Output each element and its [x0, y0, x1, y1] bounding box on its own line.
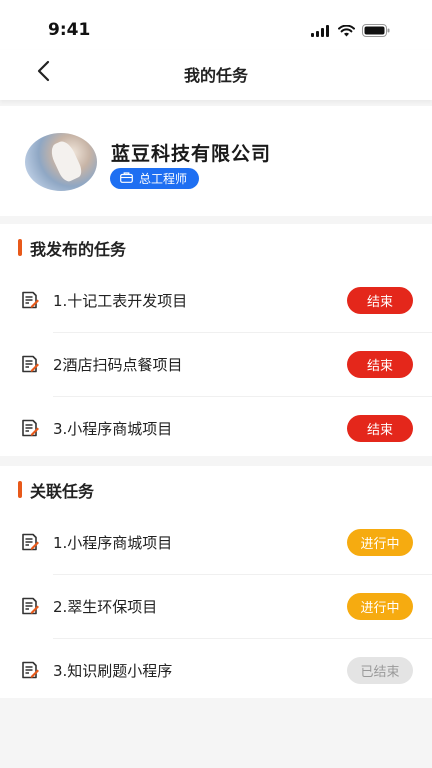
document-edit-icon [20, 290, 40, 310]
status-badge: 进行中 [347, 529, 413, 556]
status-badge: 结束 [347, 287, 413, 314]
section-header: 关联任务 [0, 466, 432, 512]
avatar[interactable] [25, 133, 97, 191]
section-accent-bar [18, 481, 22, 498]
task-name: 1.小程序商城项目 [53, 534, 173, 552]
section-title: 关联任务 [30, 482, 95, 501]
list-item[interactable]: 1.小程序商城项目 进行中 [0, 511, 432, 575]
related-tasks-section: 关联任务 1.小程序商城项目 进行中 2.翠生环保项目 进行中 3.知识刷题小程… [0, 466, 432, 698]
list-item[interactable]: 1.十记工表开发项目 结束 [0, 269, 432, 333]
task-name: 2.翠生环保项目 [53, 598, 158, 616]
task-name: 3.知识刷题小程序 [53, 662, 173, 680]
briefcase-icon [120, 171, 133, 186]
document-edit-icon [20, 660, 40, 680]
nav-bar: 我的任务 [0, 50, 432, 100]
status-badge: 已结束 [347, 657, 413, 684]
task-name: 1.十记工表开发项目 [53, 292, 188, 310]
list-item[interactable]: 3.知识刷题小程序 已结束 [0, 639, 432, 703]
company-name: 蓝豆科技有限公司 [111, 143, 272, 165]
status-icons [311, 22, 390, 41]
role-label: 总工程师 [139, 172, 188, 186]
document-edit-icon [20, 532, 40, 552]
document-edit-icon [20, 418, 40, 438]
document-edit-icon [20, 354, 40, 374]
status-time: 9:41 [48, 20, 91, 40]
status-badge: 进行中 [347, 593, 413, 620]
signal-icon [311, 22, 331, 41]
wifi-icon [338, 22, 355, 41]
list-item[interactable]: 3.小程序商城项目 结束 [0, 397, 432, 461]
avatar-figure [47, 138, 85, 184]
page-title: 我的任务 [183, 66, 248, 85]
battery-icon [362, 22, 390, 41]
profile-card: 蓝豆科技有限公司 总工程师 [0, 106, 432, 216]
status-bar: 9:41 [0, 0, 432, 50]
document-edit-icon [20, 596, 40, 616]
status-badge: 结束 [347, 351, 413, 378]
section-accent-bar [18, 239, 22, 256]
my-tasks-section: 我发布的任务 1.十记工表开发项目 结束 2酒店扫码点餐项目 结束 3.小程序商… [0, 224, 432, 456]
status-badge: 结束 [347, 415, 413, 442]
task-name: 2酒店扫码点餐项目 [53, 356, 183, 374]
list-item[interactable]: 2.翠生环保项目 进行中 [0, 575, 432, 639]
task-name: 3.小程序商城项目 [53, 420, 173, 438]
role-badge: 总工程师 [110, 168, 200, 189]
section-header: 我发布的任务 [0, 224, 432, 270]
section-title: 我发布的任务 [30, 240, 127, 259]
list-item[interactable]: 2酒店扫码点餐项目 结束 [0, 333, 432, 397]
